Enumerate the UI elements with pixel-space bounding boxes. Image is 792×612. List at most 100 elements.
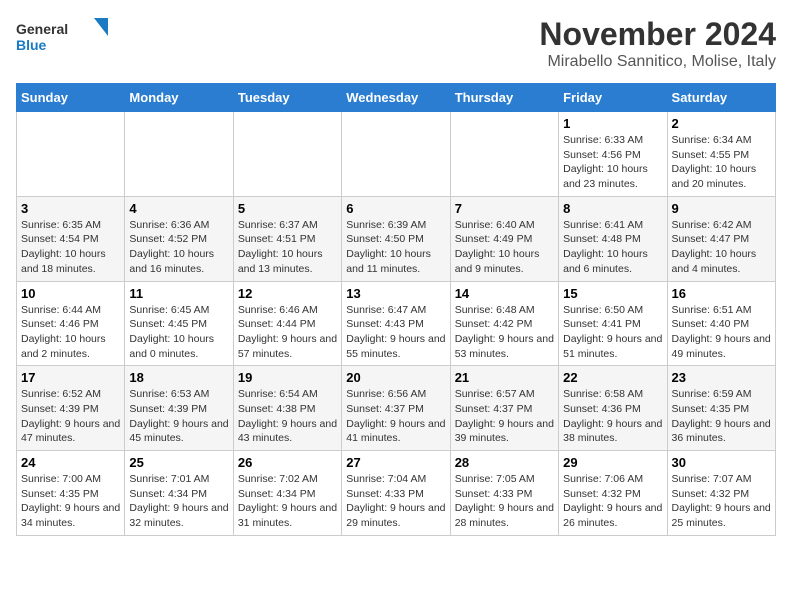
day-number: 5 [238,201,337,216]
day-number: 15 [563,286,662,301]
calendar-cell: 12Sunrise: 6:46 AM Sunset: 4:44 PM Dayli… [233,281,341,366]
day-info: Sunrise: 6:36 AM Sunset: 4:52 PM Dayligh… [129,218,228,277]
day-info: Sunrise: 6:56 AM Sunset: 4:37 PM Dayligh… [346,387,445,446]
day-number: 2 [672,116,771,131]
calendar-cell: 22 Sunrise: 6:58 AM Sunset: 4:36 PM Dayli… [559,366,667,451]
day-info: Sunrise: 7:06 AM Sunset: 4:32 PM Dayligh… [563,472,662,531]
day-info: Sunrise: 6:33 AM Sunset: 4:56 PM Dayligh… [563,133,662,192]
day-info: Sunrise: 7:05 AM Sunset: 4:33 PM Dayligh… [455,472,554,531]
calendar-cell: 2 Sunrise: 6:34 AM Sunset: 4:55 PM Daylig… [667,112,775,197]
day-number: 29 [563,455,662,470]
calendar-cell: 20 Sunrise: 6:56 AM Sunset: 4:37 PM Dayli… [342,366,450,451]
calendar-cell [450,112,558,197]
day-number: 27 [346,455,445,470]
day-number: 22 [563,370,662,385]
calendar-cell: 30 Sunrise: 7:07 AM Sunset: 4:32 PM Dayli… [667,451,775,536]
day-info: Sunrise: 6:52 AM Sunset: 4:39 PM Dayligh… [21,387,120,446]
day-number: 4 [129,201,228,216]
day-number: 14 [455,286,554,301]
calendar-cell [342,112,450,197]
day-number: 16 [672,286,771,301]
day-info: Sunrise: 6:57 AM Sunset: 4:37 PM Dayligh… [455,387,554,446]
day-info: Sunrise: 6:37 AM Sunset: 4:51 PM Dayligh… [238,218,337,277]
calendar-cell: 26Sunrise: 7:02 AM Sunset: 4:34 PM Dayli… [233,451,341,536]
calendar-cell [125,112,233,197]
calendar-week-3: 10Sunrise: 6:44 AM Sunset: 4:46 PM Dayli… [17,281,776,366]
calendar-cell: 4 Sunrise: 6:36 AM Sunset: 4:52 PM Daylig… [125,196,233,281]
calendar-week-1: 1 Sunrise: 6:33 AM Sunset: 4:56 PM Daylig… [17,112,776,197]
calendar-cell: 14 Sunrise: 6:48 AM Sunset: 4:42 PM Dayli… [450,281,558,366]
day-number: 7 [455,201,554,216]
day-info: Sunrise: 6:45 AM Sunset: 4:45 PM Dayligh… [129,303,228,362]
calendar-cell: 23Sunrise: 6:59 AM Sunset: 4:35 PM Dayli… [667,366,775,451]
calendar-cell: 7 Sunrise: 6:40 AM Sunset: 4:49 PM Daylig… [450,196,558,281]
svg-text:Blue: Blue [16,37,47,53]
day-number: 11 [129,286,228,301]
calendar-cell: 16 Sunrise: 6:51 AM Sunset: 4:40 PM Dayli… [667,281,775,366]
calendar-cell: 18Sunrise: 6:53 AM Sunset: 4:39 PM Dayli… [125,366,233,451]
day-number: 1 [563,116,662,131]
day-info: Sunrise: 6:48 AM Sunset: 4:42 PM Dayligh… [455,303,554,362]
weekday-wednesday: Wednesday [342,84,450,112]
day-number: 9 [672,201,771,216]
day-info: Sunrise: 6:44 AM Sunset: 4:46 PM Dayligh… [21,303,120,362]
day-info: Sunrise: 6:34 AM Sunset: 4:55 PM Dayligh… [672,133,771,192]
calendar-cell: 25Sunrise: 7:01 AM Sunset: 4:34 PM Dayli… [125,451,233,536]
calendar-cell: 28 Sunrise: 7:05 AM Sunset: 4:33 PM Dayli… [450,451,558,536]
day-number: 26 [238,455,337,470]
calendar-cell: 3Sunrise: 6:35 AM Sunset: 4:54 PM Daylig… [17,196,125,281]
calendar-cell: 11 Sunrise: 6:45 AM Sunset: 4:45 PM Dayli… [125,281,233,366]
day-info: Sunrise: 7:00 AM Sunset: 4:35 PM Dayligh… [21,472,120,531]
weekday-monday: Monday [125,84,233,112]
calendar-table: SundayMondayTuesdayWednesdayThursdayFrid… [16,83,776,536]
location: Mirabello Sannitico, Molise, Italy [539,53,776,71]
logo-svg: General Blue [16,16,116,56]
day-number: 19 [238,370,337,385]
day-info: Sunrise: 6:47 AM Sunset: 4:43 PM Dayligh… [346,303,445,362]
weekday-saturday: Saturday [667,84,775,112]
day-info: Sunrise: 6:35 AM Sunset: 4:54 PM Dayligh… [21,218,120,277]
calendar-cell: 15 Sunrise: 6:50 AM Sunset: 4:41 PM Dayli… [559,281,667,366]
calendar-cell: 17 Sunrise: 6:52 AM Sunset: 4:39 PM Dayli… [17,366,125,451]
calendar-cell: 10Sunrise: 6:44 AM Sunset: 4:46 PM Dayli… [17,281,125,366]
calendar-cell [233,112,341,197]
calendar-cell [17,112,125,197]
day-info: Sunrise: 6:51 AM Sunset: 4:40 PM Dayligh… [672,303,771,362]
day-number: 21 [455,370,554,385]
day-number: 17 [21,370,120,385]
day-number: 12 [238,286,337,301]
calendar-cell: 27 Sunrise: 7:04 AM Sunset: 4:33 PM Dayli… [342,451,450,536]
day-number: 30 [672,455,771,470]
day-number: 18 [129,370,228,385]
calendar-cell: 5 Sunrise: 6:37 AM Sunset: 4:51 PM Daylig… [233,196,341,281]
day-info: Sunrise: 6:54 AM Sunset: 4:38 PM Dayligh… [238,387,337,446]
calendar-week-4: 17 Sunrise: 6:52 AM Sunset: 4:39 PM Dayli… [17,366,776,451]
day-number: 20 [346,370,445,385]
calendar-cell: 19 Sunrise: 6:54 AM Sunset: 4:38 PM Dayli… [233,366,341,451]
calendar-cell: 8Sunrise: 6:41 AM Sunset: 4:48 PM Daylig… [559,196,667,281]
calendar-cell: 1 Sunrise: 6:33 AM Sunset: 4:56 PM Daylig… [559,112,667,197]
day-info: Sunrise: 6:58 AM Sunset: 4:36 PM Dayligh… [563,387,662,446]
calendar-week-2: 3Sunrise: 6:35 AM Sunset: 4:54 PM Daylig… [17,196,776,281]
day-info: Sunrise: 6:39 AM Sunset: 4:50 PM Dayligh… [346,218,445,277]
day-number: 13 [346,286,445,301]
day-info: Sunrise: 7:04 AM Sunset: 4:33 PM Dayligh… [346,472,445,531]
day-info: Sunrise: 6:50 AM Sunset: 4:41 PM Dayligh… [563,303,662,362]
day-info: Sunrise: 6:40 AM Sunset: 4:49 PM Dayligh… [455,218,554,277]
day-info: Sunrise: 7:07 AM Sunset: 4:32 PM Dayligh… [672,472,771,531]
day-info: Sunrise: 6:42 AM Sunset: 4:47 PM Dayligh… [672,218,771,277]
day-number: 28 [455,455,554,470]
day-number: 25 [129,455,228,470]
logo: General Blue [16,16,118,56]
title-block: November 2024 Mirabello Sannitico, Molis… [539,16,776,71]
calendar-cell: 6Sunrise: 6:39 AM Sunset: 4:50 PM Daylig… [342,196,450,281]
day-info: Sunrise: 6:59 AM Sunset: 4:35 PM Dayligh… [672,387,771,446]
calendar-cell: 24Sunrise: 7:00 AM Sunset: 4:35 PM Dayli… [17,451,125,536]
calendar-cell: 13 Sunrise: 6:47 AM Sunset: 4:43 PM Dayli… [342,281,450,366]
weekday-sunday: Sunday [17,84,125,112]
calendar-cell: 9 Sunrise: 6:42 AM Sunset: 4:47 PM Daylig… [667,196,775,281]
svg-text:General: General [16,21,68,37]
weekday-header-row: SundayMondayTuesdayWednesdayThursdayFrid… [17,84,776,112]
weekday-thursday: Thursday [450,84,558,112]
weekday-tuesday: Tuesday [233,84,341,112]
